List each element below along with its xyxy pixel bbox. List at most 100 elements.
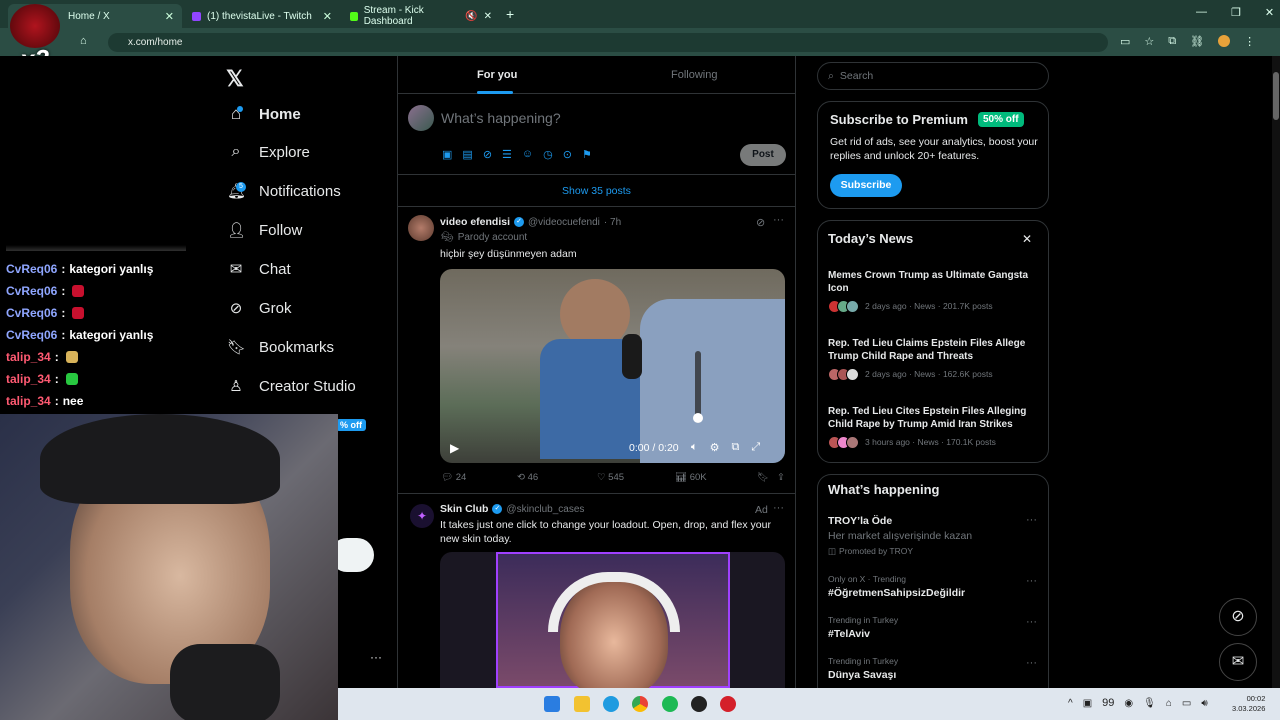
more-options-icon[interactable]: ··· <box>773 502 784 514</box>
obs-icon[interactable] <box>691 696 707 712</box>
tab-kick[interactable]: Stream - Kick Dashboard 🔇 ✕ <box>342 4 500 28</box>
edge-icon[interactable] <box>603 696 619 712</box>
grok-icon[interactable]: ⊘ <box>483 148 492 161</box>
share-icon[interactable]: ⇪ <box>777 472 785 483</box>
close-window-icon[interactable]: ✕ <box>1265 6 1274 19</box>
close-icon[interactable]: ✕ <box>165 10 174 23</box>
reply-button[interactable]: 💬︎ 24 <box>441 472 517 483</box>
chat-username[interactable]: CvReq06 <box>6 328 57 342</box>
restore-icon[interactable]: ❐ <box>1231 6 1241 19</box>
chat-username[interactable]: CvReq06 <box>6 306 57 320</box>
trend-topic[interactable]: TROY’la Öde <box>828 515 892 527</box>
minimize-icon[interactable]: — <box>1196 6 1207 19</box>
fullscreen-icon[interactable]: ⤢ <box>751 441 760 454</box>
trend-topic[interactable]: #ÖğretmenSahipsizDeğildir <box>828 587 965 599</box>
scrollbar[interactable] <box>1272 56 1280 688</box>
chevron-up-icon[interactable]: ^ <box>1068 698 1073 709</box>
subscribe-button[interactable]: Subscribe <box>830 174 902 197</box>
image-icon[interactable]: ▣ <box>442 148 452 161</box>
post-avatar[interactable] <box>408 215 434 241</box>
new-tab-button[interactable]: + <box>506 6 514 22</box>
location-icon[interactable]: ⊙ <box>563 148 572 161</box>
post-author[interactable]: video efendisi <box>440 216 510 228</box>
trend-topic[interactable]: #TelAviv <box>828 628 870 640</box>
tab-twitch[interactable]: (1) thevistaLive - Twitch ✕ <box>184 4 340 28</box>
messages-float-button[interactable]: ✉ <box>1219 643 1257 681</box>
display-icon[interactable]: ▭ <box>1182 698 1191 709</box>
url-input[interactable]: x.com/home <box>108 33 1108 52</box>
more-options-icon[interactable]: ··· <box>773 214 784 226</box>
grok-float-button[interactable]: ⊘ <box>1219 598 1257 636</box>
clock[interactable]: 00:02 3.03.2026 <box>1232 694 1265 714</box>
search-input[interactable]: ⌕ Search <box>817 62 1049 90</box>
nav-follow[interactable]: 👤︎ Follow <box>227 221 302 240</box>
post-button[interactable]: Post <box>740 144 786 166</box>
nav-creator-studio[interactable]: ♙ Creator Studio <box>227 377 355 396</box>
spotify-icon[interactable] <box>662 696 678 712</box>
flag-icon[interactable]: ⚑ <box>582 148 592 161</box>
post-handle[interactable]: @videocuefendi <box>528 217 600 228</box>
user-avatar[interactable] <box>408 105 434 131</box>
muted-icon[interactable]: 🔇 <box>465 11 477 22</box>
emoji-icon[interactable]: ☺ <box>522 148 533 161</box>
show-posts-link[interactable]: Show 35 posts <box>398 174 795 207</box>
network-icon[interactable]: ⌂ <box>1166 698 1172 709</box>
like-button[interactable]: ♡ 545 <box>597 472 675 483</box>
star-icon[interactable]: ☆ <box>1144 35 1154 48</box>
trend-topic[interactable]: Dünya Savaşı <box>828 669 896 681</box>
chat-username[interactable]: talip_34 <box>6 350 51 364</box>
views-button[interactable]: 📊︎ 60K <box>675 472 757 483</box>
compose-input[interactable]: What’s happening? <box>441 110 561 126</box>
ad-handle[interactable]: @skinclub_cases <box>506 504 584 515</box>
post-video[interactable]: ▶ 0:00 / 0:20 🔈︎ ⚙ ⧉ ⤢ <box>440 269 785 463</box>
start-icon[interactable] <box>544 696 560 712</box>
chat-username[interactable]: talip_34 <box>6 394 51 408</box>
play-icon[interactable]: ▶ <box>450 441 459 455</box>
nav-chat[interactable]: ✉ Chat <box>227 260 291 279</box>
more-options-icon[interactable]: ··· <box>1026 616 1037 628</box>
home-icon[interactable]: ⌂ <box>80 35 87 47</box>
tab-following[interactable]: Following <box>671 69 717 81</box>
pip-icon[interactable]: ⧉ <box>731 441 739 454</box>
file-explorer-icon[interactable] <box>574 696 590 712</box>
chat-username[interactable]: talip_34 <box>6 372 51 386</box>
more-options-icon[interactable]: ··· <box>1026 657 1037 669</box>
close-icon[interactable]: ✕ <box>1022 232 1032 246</box>
more-options-icon[interactable]: ··· <box>1026 575 1037 587</box>
ad-author[interactable]: Skin Club <box>440 503 488 515</box>
x-logo[interactable]: 𝕏 <box>226 66 244 92</box>
schedule-icon[interactable]: ◷ <box>543 148 553 161</box>
news-headline[interactable]: Rep. Ted Lieu Claims Epstein Files Alleg… <box>828 337 1036 363</box>
repost-button[interactable]: ⟲ 46 <box>517 472 597 483</box>
gif-icon[interactable]: ▤ <box>462 148 472 161</box>
settings-icon[interactable]: ⚙ <box>710 441 720 454</box>
skinclub-avatar[interactable]: ✦ <box>410 504 434 528</box>
tab-for-you[interactable]: For you <box>477 69 517 81</box>
notification-tray-icon[interactable]: ▣ <box>1083 698 1092 709</box>
profile-avatar[interactable] <box>1218 35 1231 47</box>
close-icon[interactable]: ✕ <box>323 10 332 23</box>
nav-grok[interactable]: ⊘ Grok <box>227 299 292 318</box>
extension-icon[interactable]: ⧉ <box>1168 35 1176 48</box>
menu-icon[interactable]: ⋮ <box>1244 35 1255 48</box>
chrome-icon[interactable] <box>632 696 648 712</box>
tray-app-icon[interactable]: ◉ <box>1124 698 1133 709</box>
scrollbar-thumb[interactable] <box>1273 72 1279 120</box>
grok-icon[interactable]: ⊘ <box>756 216 765 229</box>
link-icon[interactable]: ⛓ <box>1190 35 1204 48</box>
more-options-icon[interactable]: ··· <box>1026 514 1037 526</box>
news-headline[interactable]: Memes Crown Trump as Ultimate Gangsta Ic… <box>828 269 1036 295</box>
news-headline[interactable]: Rep. Ted Lieu Cites Epstein Files Allegi… <box>828 405 1036 431</box>
volume-knob[interactable] <box>693 413 703 423</box>
nav-explore[interactable]: ⌕ Explore <box>227 143 310 161</box>
nav-bookmarks[interactable]: 🔖︎ Bookmarks <box>227 338 334 357</box>
mic-icon[interactable]: 🎙︎ <box>1143 698 1156 709</box>
speaker-icon[interactable]: 🔊︎ <box>1201 698 1207 709</box>
more-icon[interactable]: ··· <box>370 650 382 664</box>
app-icon[interactable] <box>720 696 736 712</box>
chat-username[interactable]: CvReq06 <box>6 262 57 276</box>
chat-username[interactable]: CvReq06 <box>6 284 57 298</box>
close-icon[interactable]: ✕ <box>484 11 492 22</box>
volume-icon[interactable]: 🔈︎ <box>691 441 698 454</box>
poll-icon[interactable]: ☰ <box>502 148 512 161</box>
